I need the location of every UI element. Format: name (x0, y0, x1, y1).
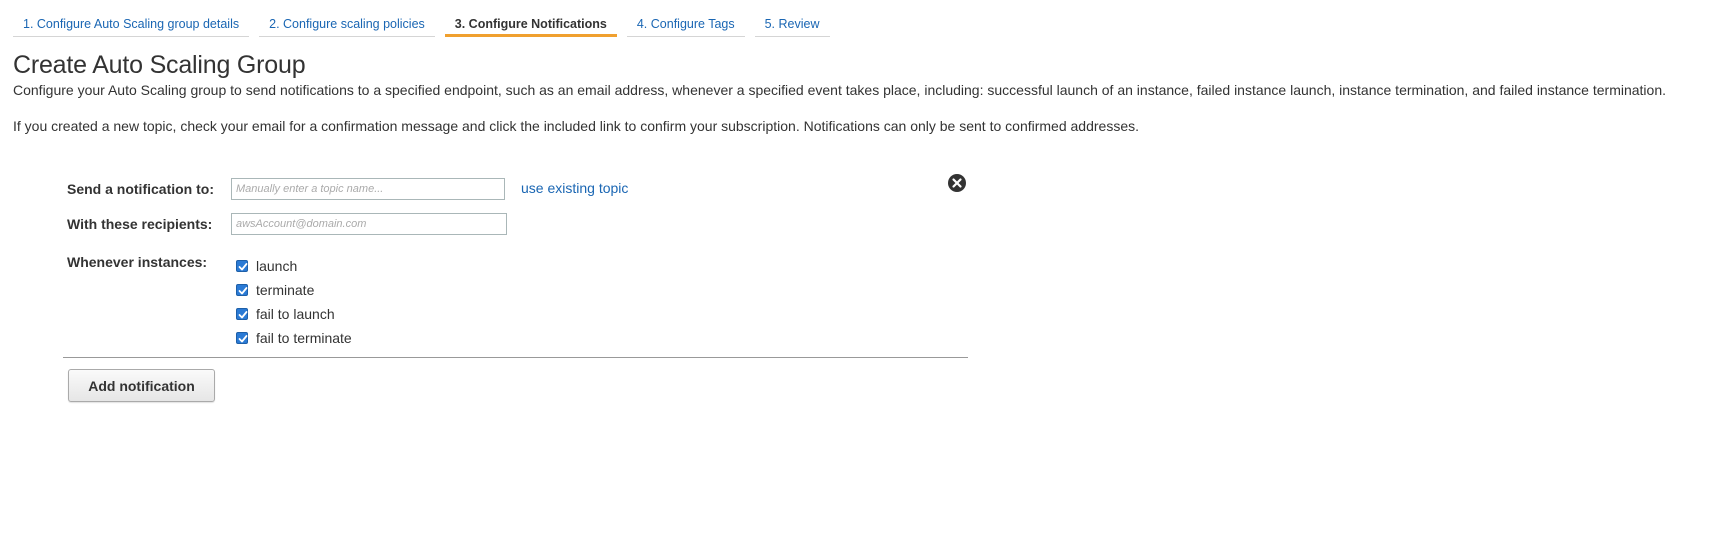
topic-name-input[interactable] (231, 178, 505, 200)
launch-label: launch (256, 258, 298, 274)
fail-to-launch-label: fail to launch (256, 306, 335, 322)
use-existing-topic-link[interactable]: use existing topic (521, 180, 628, 196)
close-circle-icon[interactable] (948, 174, 966, 192)
wizard-steps: 1. Configure Auto Scaling group details … (13, 13, 840, 37)
terminate-checkbox[interactable] (236, 284, 248, 296)
send-notification-label: Send a notification to: (67, 181, 214, 197)
page-description: Configure your Auto Scaling group to sen… (13, 82, 1666, 98)
add-notification-button[interactable]: Add notification (68, 369, 215, 402)
tab-configure-notifications[interactable]: 3. Configure Notifications (444, 14, 617, 37)
fail-to-launch-checkbox[interactable] (236, 308, 248, 320)
event-checkbox-list: launch terminate fail to launch fail to … (236, 254, 352, 350)
divider (63, 357, 968, 358)
tab-configure-group-details[interactable]: 1. Configure Auto Scaling group details (13, 14, 250, 37)
terminate-label: terminate (256, 282, 315, 298)
tab-review[interactable]: 5. Review (754, 14, 830, 37)
launch-checkbox[interactable] (236, 260, 248, 272)
recipients-input[interactable] (231, 213, 507, 235)
confirmation-note: If you created a new topic, check your e… (13, 118, 1139, 134)
tab-configure-tags[interactable]: 4. Configure Tags (626, 14, 745, 37)
event-fail-to-launch-row[interactable]: fail to launch (236, 302, 352, 326)
event-fail-to-terminate-row[interactable]: fail to terminate (236, 326, 352, 350)
tab-configure-scaling-policies[interactable]: 2. Configure scaling policies (259, 14, 435, 37)
event-terminate-row[interactable]: terminate (236, 278, 352, 302)
event-launch-row[interactable]: launch (236, 254, 352, 278)
whenever-instances-label: Whenever instances: (67, 254, 208, 270)
recipients-label: With these recipients: (67, 216, 213, 232)
page-title: Create Auto Scaling Group (13, 51, 306, 79)
fail-to-terminate-checkbox[interactable] (236, 332, 248, 344)
fail-to-terminate-label: fail to terminate (256, 330, 352, 346)
